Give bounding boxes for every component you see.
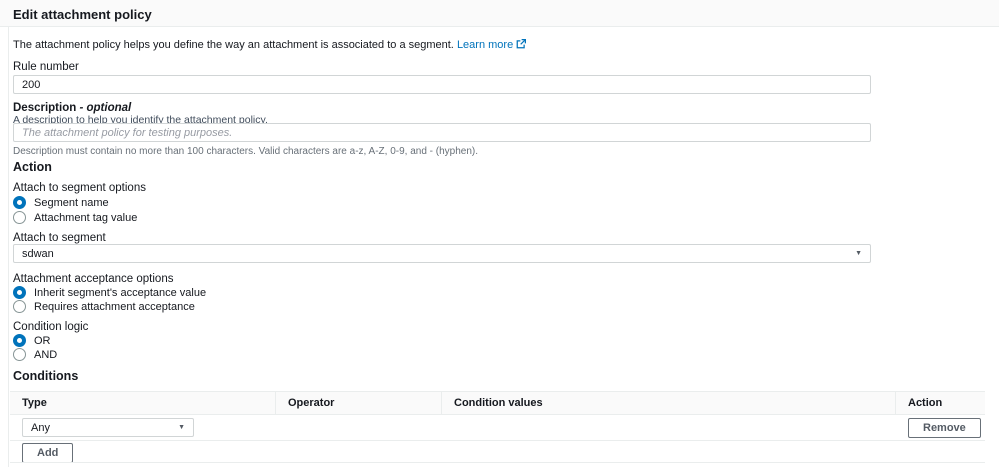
condition-type-cell: Any ▼: [10, 418, 276, 437]
description-label: Description - optional: [13, 102, 132, 114]
column-header-condition-values: Condition values: [442, 392, 896, 414]
radio-inherit-acceptance[interactable]: Inherit segment's acceptance value: [13, 286, 206, 299]
description-optional-suffix: - optional: [79, 102, 132, 114]
external-link-icon: [516, 39, 527, 52]
intro-sentence: The attachment policy helps you define t…: [13, 39, 454, 51]
acceptance-options-label: Attachment acceptance options: [13, 273, 174, 285]
radio-label: Inherit segment's acceptance value: [34, 286, 207, 299]
radio-or[interactable]: OR: [13, 334, 51, 347]
condition-type-select[interactable]: Any ▼: [22, 418, 194, 437]
learn-more-link[interactable]: Learn more: [457, 39, 513, 51]
description-input[interactable]: [13, 123, 871, 142]
edit-attachment-policy-panel: Edit attachment policy The attachment po…: [0, 0, 999, 467]
action-section-heading: Action: [13, 160, 52, 174]
radio-icon[interactable]: [13, 348, 26, 361]
rule-number-label: Rule number: [13, 61, 79, 73]
radio-icon[interactable]: [13, 211, 26, 224]
chevron-down-icon: ▼: [855, 250, 862, 257]
radio-icon[interactable]: [13, 286, 26, 299]
radio-label: OR: [34, 334, 51, 347]
radio-requires-acceptance[interactable]: Requires attachment acceptance: [13, 300, 195, 313]
rule-number-input[interactable]: [13, 75, 871, 94]
attach-options-label: Attach to segment options: [13, 182, 146, 194]
condition-row: Any ▼ Remove: [10, 415, 985, 441]
chevron-down-icon: ▼: [178, 424, 185, 431]
condition-action-cell: Remove: [896, 417, 985, 438]
conditions-section-heading: Conditions: [13, 369, 79, 383]
radio-attachment-tag-value[interactable]: Attachment tag value: [13, 211, 137, 224]
panel-left-border: [8, 0, 9, 467]
radio-icon[interactable]: [13, 196, 26, 209]
attach-to-segment-select[interactable]: sdwan ▼: [13, 244, 871, 263]
conditions-table-header: Type Operator Condition values Action: [10, 391, 985, 415]
intro-text: The attachment policy helps you define t…: [13, 39, 527, 52]
radio-segment-name[interactable]: Segment name: [13, 196, 109, 209]
radio-label: Segment name: [34, 196, 109, 209]
column-header-type: Type: [10, 392, 276, 414]
radio-icon[interactable]: [13, 334, 26, 347]
radio-icon[interactable]: [13, 300, 26, 313]
attach-to-segment-label: Attach to segment: [13, 232, 106, 244]
page-title: Edit attachment policy: [13, 7, 152, 22]
select-value: sdwan: [22, 247, 54, 260]
description-constraint-text: Description must contain no more than 10…: [13, 146, 479, 157]
panel-bottom-border: [10, 462, 985, 463]
radio-label: AND: [34, 348, 58, 361]
column-header-operator: Operator: [276, 392, 442, 414]
condition-logic-label: Condition logic: [13, 321, 89, 333]
select-value: Any: [31, 421, 50, 434]
remove-button[interactable]: Remove: [908, 417, 981, 438]
radio-label: Requires attachment acceptance: [34, 300, 195, 313]
add-button[interactable]: Add: [22, 443, 74, 463]
conditions-table: Type Operator Condition values Action An…: [10, 391, 985, 441]
radio-and[interactable]: AND: [13, 348, 57, 361]
column-header-action: Action: [908, 397, 943, 409]
radio-label: Attachment tag value: [34, 211, 138, 224]
